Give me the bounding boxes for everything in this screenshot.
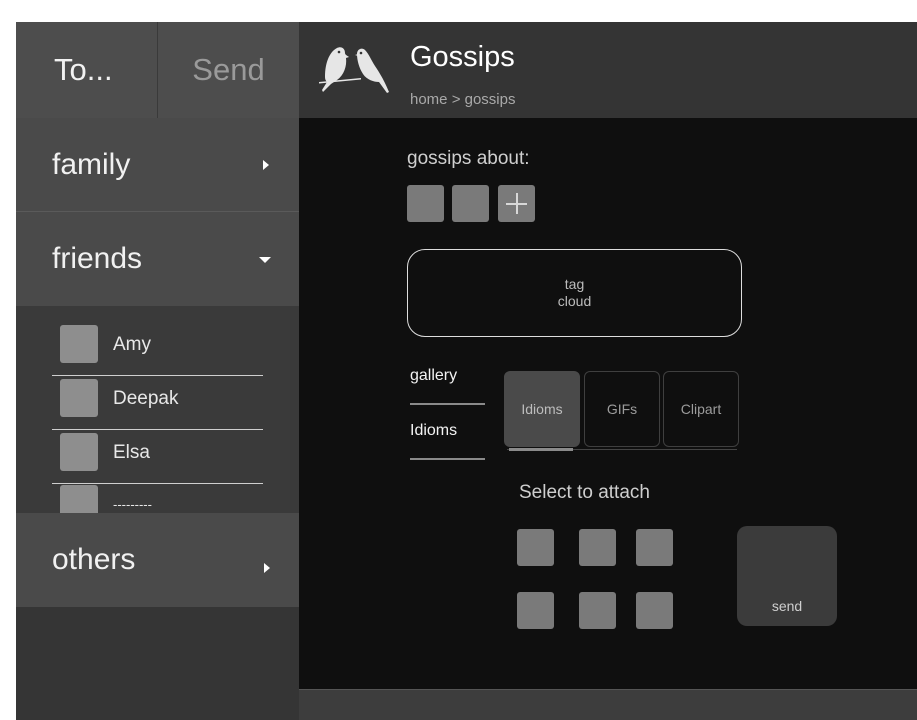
attachment-thumbnail[interactable] (579, 529, 616, 566)
select-to-attach-label: Select to attach (519, 482, 650, 503)
attachment-thumbnail[interactable] (517, 592, 554, 629)
nav-idioms[interactable]: Idioms (410, 422, 457, 440)
divider (410, 458, 485, 460)
tag-cloud-label: cloud (557, 293, 592, 309)
group-others[interactable]: others (16, 513, 299, 607)
tab-idioms[interactable]: Idioms (504, 371, 580, 447)
group-friends-label: friends (52, 242, 143, 275)
gossips-about-label: gossips about: (407, 148, 530, 169)
attachment-thumbnail[interactable] (517, 529, 554, 566)
birds-logo-icon (319, 47, 389, 93)
chevron-down-icon (259, 257, 271, 263)
friend-name: Deepak (113, 388, 179, 409)
friend-name: Elsa (113, 442, 150, 463)
divider (410, 403, 485, 405)
footer-bar (299, 690, 917, 720)
recipient-tabs: To... Send (16, 22, 299, 118)
group-family[interactable]: family (16, 118, 299, 212)
group-friends[interactable]: friends (16, 212, 299, 306)
friend-item-placeholder[interactable]: --------- (52, 482, 263, 513)
tab-send[interactable]: Send (158, 22, 299, 118)
friend-name: Amy (113, 334, 151, 355)
app-window: To... Send family friends Amy Deepak Els… (16, 22, 917, 720)
subject-chip[interactable] (452, 185, 489, 222)
attachment-thumbnail[interactable] (636, 529, 673, 566)
friend-name: --------- (113, 497, 152, 512)
tab-clipart[interactable]: Clipart (663, 371, 739, 447)
avatar (60, 379, 98, 417)
page-title: Gossips (410, 41, 515, 73)
avatar (60, 433, 98, 471)
send-button[interactable]: send (737, 526, 837, 626)
tag-cloud[interactable]: tag cloud (407, 249, 742, 337)
header: Gossips home > gossips (299, 22, 917, 118)
group-family-label: family (52, 148, 131, 181)
chevron-right-icon (263, 160, 269, 170)
friend-item-elsa[interactable]: Elsa (52, 430, 263, 484)
friend-item-amy[interactable]: Amy (52, 322, 263, 376)
sidebar: To... Send family friends Amy Deepak Els… (16, 22, 299, 720)
group-others-label: others (52, 543, 136, 576)
breadcrumb[interactable]: home > gossips (410, 91, 515, 108)
friend-item-deepak[interactable]: Deepak (52, 376, 263, 430)
attachment-thumbnail[interactable] (636, 592, 673, 629)
add-subject-button[interactable] (498, 185, 535, 222)
tab-to[interactable]: To... (16, 22, 157, 118)
nav-gallery[interactable]: gallery (410, 367, 457, 385)
tab-active-indicator (509, 448, 573, 451)
attachment-thumbnail[interactable] (579, 592, 616, 629)
avatar (60, 485, 98, 513)
main-panel: gossips about: tag cloud gallery Idioms … (299, 118, 917, 690)
subject-chip[interactable] (407, 185, 444, 222)
avatar (60, 325, 98, 363)
tag-cloud-label: tag (564, 276, 585, 292)
friends-list[interactable]: Amy Deepak Elsa --------- (16, 306, 299, 513)
chevron-right-icon (264, 563, 270, 573)
tab-gifs[interactable]: GIFs (584, 371, 660, 447)
